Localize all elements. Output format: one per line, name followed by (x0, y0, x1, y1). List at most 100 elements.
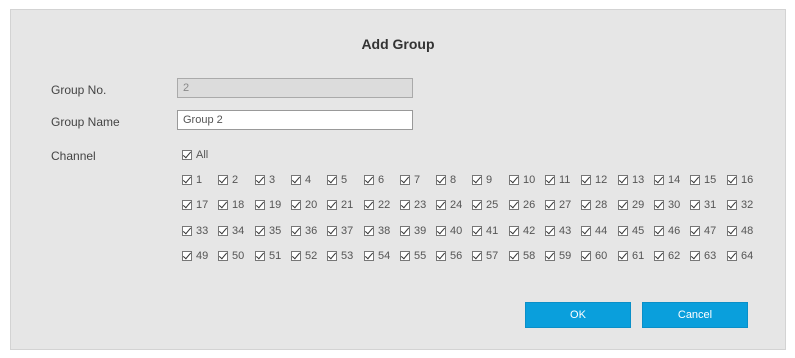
channel-checkbox-40[interactable]: 40 (436, 224, 462, 238)
channel-checkbox-33[interactable]: 33 (182, 224, 208, 238)
channel-checkbox-45[interactable]: 45 (618, 224, 644, 238)
channel-checkbox-49[interactable]: 49 (182, 249, 208, 263)
channel-checkbox-37[interactable]: 37 (327, 224, 353, 238)
channel-checkbox-17[interactable]: 17 (182, 198, 208, 212)
channel-checkbox-7[interactable]: 7 (400, 173, 420, 187)
channel-checkbox-23[interactable]: 23 (400, 198, 426, 212)
channel-checkbox-46[interactable]: 46 (654, 224, 680, 238)
channel-checkbox-30[interactable]: 30 (654, 198, 680, 212)
channel-checkbox-label: 48 (741, 225, 754, 238)
channel-checkbox-5[interactable]: 5 (327, 173, 347, 187)
channel-checkbox-9[interactable]: 9 (472, 173, 492, 187)
checkbox-checked-icon (727, 175, 737, 186)
channel-checkbox-28[interactable]: 28 (581, 198, 607, 212)
channel-checkbox-label: 14 (668, 174, 681, 187)
checkbox-checked-icon (690, 175, 700, 186)
channel-checkbox-60[interactable]: 60 (581, 249, 607, 263)
channel-checkbox-26[interactable]: 26 (509, 198, 535, 212)
channel-checkbox-3[interactable]: 3 (255, 173, 275, 187)
channel-checkbox-57[interactable]: 57 (472, 249, 498, 263)
channel-checkbox-36[interactable]: 36 (291, 224, 317, 238)
channel-checkbox-20[interactable]: 20 (291, 198, 317, 212)
group-name-label: Group Name (51, 115, 120, 129)
channel-checkbox-61[interactable]: 61 (618, 249, 644, 263)
channel-checkbox-47[interactable]: 47 (690, 224, 716, 238)
channel-checkbox-58[interactable]: 58 (509, 249, 535, 263)
channel-checkbox-4[interactable]: 4 (291, 173, 311, 187)
channel-checkbox-label: 24 (450, 199, 463, 212)
channel-checkbox-41[interactable]: 41 (472, 224, 498, 238)
channel-checkbox-38[interactable]: 38 (364, 224, 390, 238)
checkbox-checked-icon (727, 200, 737, 211)
channel-checkbox-11[interactable]: 11 (545, 173, 570, 187)
channel-checkbox-label: 22 (378, 199, 391, 212)
checkbox-checked-icon (654, 175, 664, 186)
channel-checkbox-label: 29 (632, 199, 645, 212)
checkbox-checked-icon (255, 175, 265, 186)
channel-checkbox-label: 51 (269, 250, 282, 263)
checkbox-checked-icon (182, 251, 192, 262)
channel-checkbox-59[interactable]: 59 (545, 249, 571, 263)
checkbox-checked-icon (436, 226, 446, 237)
channel-checkbox-18[interactable]: 18 (218, 198, 244, 212)
channel-checkbox-15[interactable]: 15 (690, 173, 716, 187)
channel-checkbox-19[interactable]: 19 (255, 198, 281, 212)
channel-checkbox-label: 61 (632, 250, 645, 263)
cancel-button[interactable]: Cancel (642, 302, 748, 328)
checkbox-checked-icon (545, 200, 555, 211)
channel-checkbox-label: 42 (523, 225, 536, 238)
channel-checkbox-29[interactable]: 29 (618, 198, 644, 212)
checkbox-checked-icon (291, 251, 301, 262)
channel-checkbox-6[interactable]: 6 (364, 173, 384, 187)
channel-checkbox-10[interactable]: 10 (509, 173, 535, 187)
channel-checkbox-16[interactable]: 16 (727, 173, 753, 187)
channel-checkbox-label: 15 (704, 174, 717, 187)
channel-checkbox-2[interactable]: 2 (218, 173, 238, 187)
channel-checkbox-50[interactable]: 50 (218, 249, 244, 263)
channel-checkbox-43[interactable]: 43 (545, 224, 571, 238)
channel-checkbox-54[interactable]: 54 (364, 249, 390, 263)
channel-checkbox-14[interactable]: 14 (654, 173, 680, 187)
channel-checkbox-1[interactable]: 1 (182, 173, 202, 187)
channel-checkbox-34[interactable]: 34 (218, 224, 244, 238)
channel-checkbox-39[interactable]: 39 (400, 224, 426, 238)
channel-checkbox-56[interactable]: 56 (436, 249, 462, 263)
checkbox-checked-icon (255, 251, 265, 262)
channel-checkbox-25[interactable]: 25 (472, 198, 498, 212)
channel-checkbox-8[interactable]: 8 (436, 173, 456, 187)
checkbox-checked-icon (581, 175, 591, 186)
checkbox-checked-icon (509, 251, 519, 262)
ok-button[interactable]: OK (525, 302, 631, 328)
channel-checkbox-52[interactable]: 52 (291, 249, 317, 263)
checkbox-checked-icon (182, 150, 192, 161)
channel-checkbox-55[interactable]: 55 (400, 249, 426, 263)
channel-checkbox-21[interactable]: 21 (327, 198, 353, 212)
channel-checkbox-label: 49 (196, 250, 209, 263)
all-checkbox[interactable]: All (182, 148, 208, 162)
channel-checkbox-44[interactable]: 44 (581, 224, 607, 238)
channel-checkbox-51[interactable]: 51 (255, 249, 281, 263)
channel-checkbox-31[interactable]: 31 (690, 198, 716, 212)
checkbox-checked-icon (400, 200, 410, 211)
channel-checkbox-22[interactable]: 22 (364, 198, 390, 212)
channel-checkbox-64[interactable]: 64 (727, 249, 753, 263)
checkbox-checked-icon (182, 175, 192, 186)
channel-checkbox-35[interactable]: 35 (255, 224, 281, 238)
channel-checkbox-label: 55 (414, 250, 427, 263)
group-name-field[interactable] (177, 110, 413, 130)
channel-checkbox-12[interactable]: 12 (581, 173, 607, 187)
channel-checkbox-label: 17 (196, 199, 209, 212)
group-no-label: Group No. (51, 83, 107, 97)
channel-checkbox-32[interactable]: 32 (727, 198, 753, 212)
channel-checkbox-48[interactable]: 48 (727, 224, 753, 238)
channel-checkbox-27[interactable]: 27 (545, 198, 571, 212)
channel-checkbox-13[interactable]: 13 (618, 173, 644, 187)
channel-checkbox-62[interactable]: 62 (654, 249, 680, 263)
channel-checkbox-63[interactable]: 63 (690, 249, 716, 263)
channel-checkbox-24[interactable]: 24 (436, 198, 462, 212)
checkbox-checked-icon (690, 251, 700, 262)
channel-checkbox-53[interactable]: 53 (327, 249, 353, 263)
channel-checkbox-label: 63 (704, 250, 717, 263)
checkbox-checked-icon (472, 200, 482, 211)
channel-checkbox-42[interactable]: 42 (509, 224, 535, 238)
